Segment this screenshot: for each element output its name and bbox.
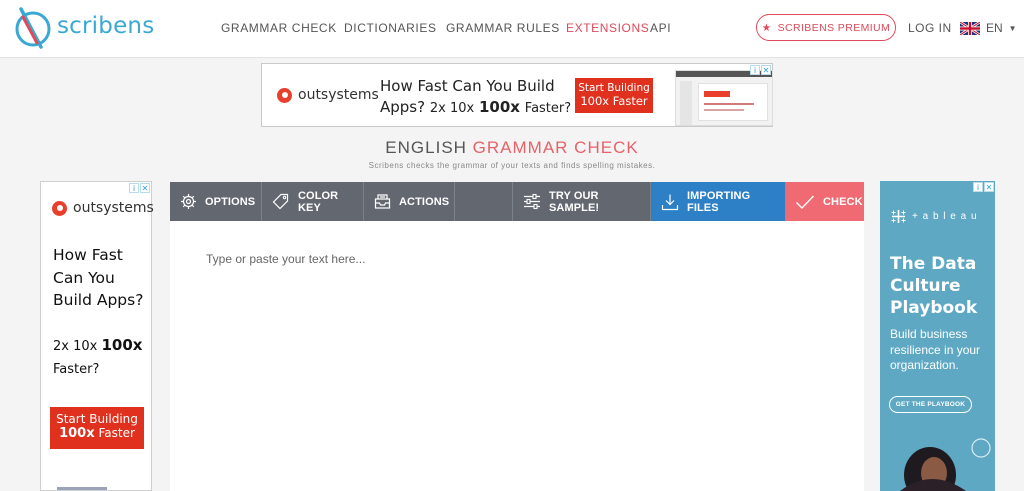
tableau-logo: + a b l e a u [890,208,978,225]
outsystems-logo-icon [277,87,292,103]
title-grammar-check: GRAMMAR CHECK [472,138,639,157]
tableau-logo-icon [891,210,906,223]
ad-headline-2x10x: 2x 10x [429,101,475,116]
title-english: ENGLISH [385,138,467,157]
nav-grammar-rules[interactable]: GRAMMAR RULES [446,21,560,35]
top-ad-banner[interactable]: outsystems How Fast Can You Build Apps? … [261,63,773,127]
scribens-logo-icon [15,7,51,49]
nav-dictionaries[interactable]: DICTIONARIES [344,21,437,35]
ad-close-icon[interactable]: ✕ [761,65,771,75]
language-selector[interactable]: EN ▼ [960,21,1017,35]
ad-body-line1: Build business [890,327,968,341]
text-input-area[interactable]: Type or paste your text here... [206,252,365,266]
nav-grammar-check[interactable]: GRAMMAR CHECK [221,21,337,35]
ad-info-icon[interactable]: i [973,182,983,192]
ad-body-line2: resilience in your [890,342,981,357]
ad-footer-bar [57,487,107,490]
ad-headline-100x: 100x [479,98,520,116]
scribens-logo[interactable]: scribens [13,7,155,51]
ad-body-line3: organization. [890,358,959,372]
outsystems-logo: outsystems [277,87,379,103]
actions-label: ACTIONS [399,195,450,208]
ad-headline-faster: Faster? [524,101,572,116]
importing-files-button[interactable]: IMPORTING FILES [651,182,785,221]
ad-headline: How Fast Can You Build Apps? [53,244,143,312]
actions-button[interactable]: ACTIONS [364,182,455,221]
ad-cta-faster: Faster [98,426,135,441]
ad-headline-line2: Apps? 2x 10x 100x Faster? [380,97,571,119]
ad-headline: How Fast Can You Build Apps? 2x 10x 100x… [380,76,571,119]
color-key-button[interactable]: COLOR KEY [262,182,364,221]
check-button[interactable]: CHECK [785,182,864,221]
ad-2x10x: 2x 10x [53,339,98,354]
ad-screenshot-image [675,70,773,126]
page-title: ENGLISH GRAMMAR CHECK [0,138,1024,158]
right-ad-banner[interactable]: i ✕ + a b l e a u The Data Culture Playbo… [880,181,995,491]
ad-faster: Faster? [53,362,100,377]
text-input-placeholder: Type or paste your text here... [206,252,366,266]
uk-flag-icon [960,21,980,35]
importing-files-label: IMPORTING FILES [687,189,751,214]
ad-cta-line1: Start Building [56,412,138,426]
try-sample-label: TRY OUR SAMPLE! [549,189,600,214]
options-button[interactable]: OPTIONS [170,182,262,221]
login-link[interactable]: LOG IN [908,21,952,35]
grammar-editor: OPTIONS COLOR KEY ACTIONS TRY OUR SAMPLE… [170,182,864,491]
ad-close-icon[interactable]: ✕ [140,183,150,193]
ad-line3: Build Apps? [53,291,144,309]
ad-subhead: 2x 10x 100x Faster? [53,334,142,381]
toolbar-spacer [455,182,513,221]
ad-headline-line3: Playbook [890,298,978,318]
ad-line2: Can You [53,268,115,287]
ad-brand: outsystems [298,87,379,103]
checkmark-icon [796,195,815,209]
ad-choices[interactable]: i ✕ [973,182,994,192]
ad-cta-button[interactable]: Start Building 100x Faster [50,407,144,449]
logo-text: scribens [57,13,155,39]
tableau-wordmark: + a b l e a u [912,211,978,222]
nav-extensions[interactable]: EXTENSIONS [566,21,649,35]
outsystems-logo: outsystems [52,200,154,216]
ad-close-icon[interactable]: ✕ [984,182,994,192]
caret-down-icon: ▼ [1008,23,1017,33]
ad-portrait-image [900,438,991,491]
ad-headline-line1: The Data [890,254,977,274]
options-label: OPTIONS [205,195,256,208]
ad-line1: How Fast [53,246,123,264]
ad-cta-100x: 100x [59,426,95,442]
ad-info-icon[interactable]: i [750,65,760,75]
ad-100x: 100x [101,336,143,354]
ad-brand: outsystems [73,200,154,216]
download-icon [661,194,679,210]
ad-choices[interactable]: i ✕ [129,183,150,193]
tag-icon [272,193,289,210]
left-ad-banner[interactable]: i ✕ outsystems How Fast Can You Build App… [40,181,154,491]
sliders-icon [524,193,540,210]
ad-cta-line1: Start Building [578,82,650,94]
ad-headline-line1: How Fast Can You Build [380,77,555,95]
color-key-label: COLOR KEY [298,189,339,214]
page-subtitle: Scribens checks the grammar of your text… [368,161,656,170]
try-sample-button[interactable]: TRY OUR SAMPLE! [513,182,651,221]
ad-cta-button[interactable]: Start Building 100x Faster [575,78,653,113]
ad-headline-line2: Culture [890,276,961,296]
inbox-icon [374,194,391,209]
gear-icon [181,194,196,209]
ad-cta-line2: 100x Faster [580,93,648,108]
nav-api[interactable]: API [650,21,671,35]
premium-label: SCRIBENS PREMIUM [777,21,891,34]
star-icon: ★ [761,21,772,34]
ad-headline-apps: Apps? [380,98,426,116]
site-header: scribens GRAMMAR CHECK DICTIONARIES GRAM… [0,0,1024,58]
ad-body: Build business resilience in your organi… [890,327,980,374]
ad-headline: The Data Culture Playbook [890,253,977,319]
ad-info-icon[interactable]: i [129,183,139,193]
editor-toolbar: OPTIONS COLOR KEY ACTIONS TRY OUR SAMPLE… [170,182,864,221]
ad-choices[interactable]: i ✕ [750,65,771,75]
check-label: CHECK [823,195,863,208]
language-label: EN [986,21,1003,35]
outsystems-logo-icon [52,200,67,216]
scribens-premium-button[interactable]: ★ SCRIBENS PREMIUM [756,14,896,41]
